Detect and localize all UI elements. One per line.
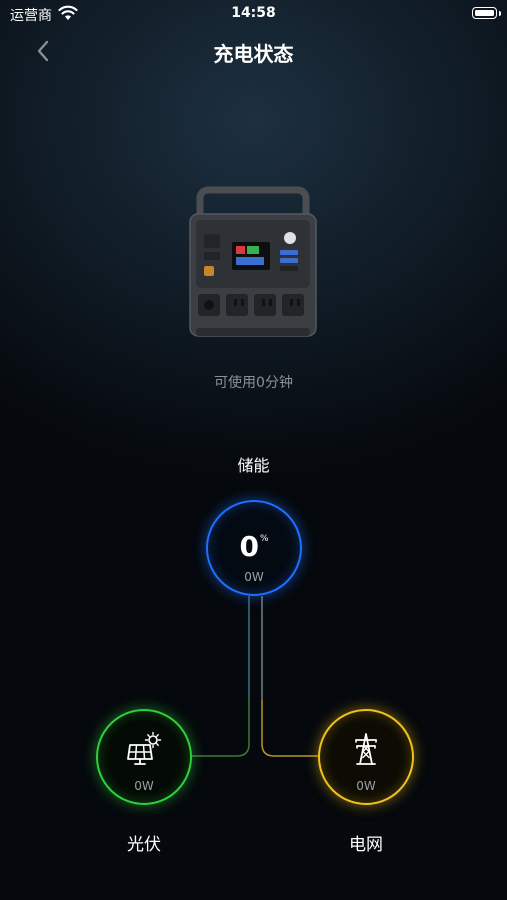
storage-percent: 0% (208, 530, 300, 563)
grid-power: 0W (356, 779, 376, 793)
percent-sign: % (259, 534, 269, 544)
grid-node[interactable]: 0W (318, 709, 414, 805)
nav-bar: 充电状态 (0, 30, 507, 74)
page-title: 充电状态 (213, 42, 294, 66)
runtime-text: 可使用0分钟 (214, 375, 293, 391)
power-station-image (189, 186, 317, 337)
power-tower-icon (355, 733, 377, 765)
flow-lines (192, 596, 318, 757)
solar-panel-icon (127, 731, 162, 765)
clock: 14:58 (231, 5, 276, 21)
storage-power: 0W (244, 570, 264, 584)
solar-label: 光伏 (127, 835, 161, 855)
storage-node[interactable]: 0% 0W (206, 500, 302, 596)
grid-label: 电网 (349, 835, 383, 855)
battery-icon (472, 7, 497, 19)
storage-label: 储能 (237, 456, 270, 475)
storage-percent-value: 0 (239, 530, 259, 563)
solar-node[interactable]: 0W (96, 709, 192, 805)
solar-power: 0W (134, 779, 154, 793)
status-bar: 运营商 14:58 (0, 0, 507, 28)
